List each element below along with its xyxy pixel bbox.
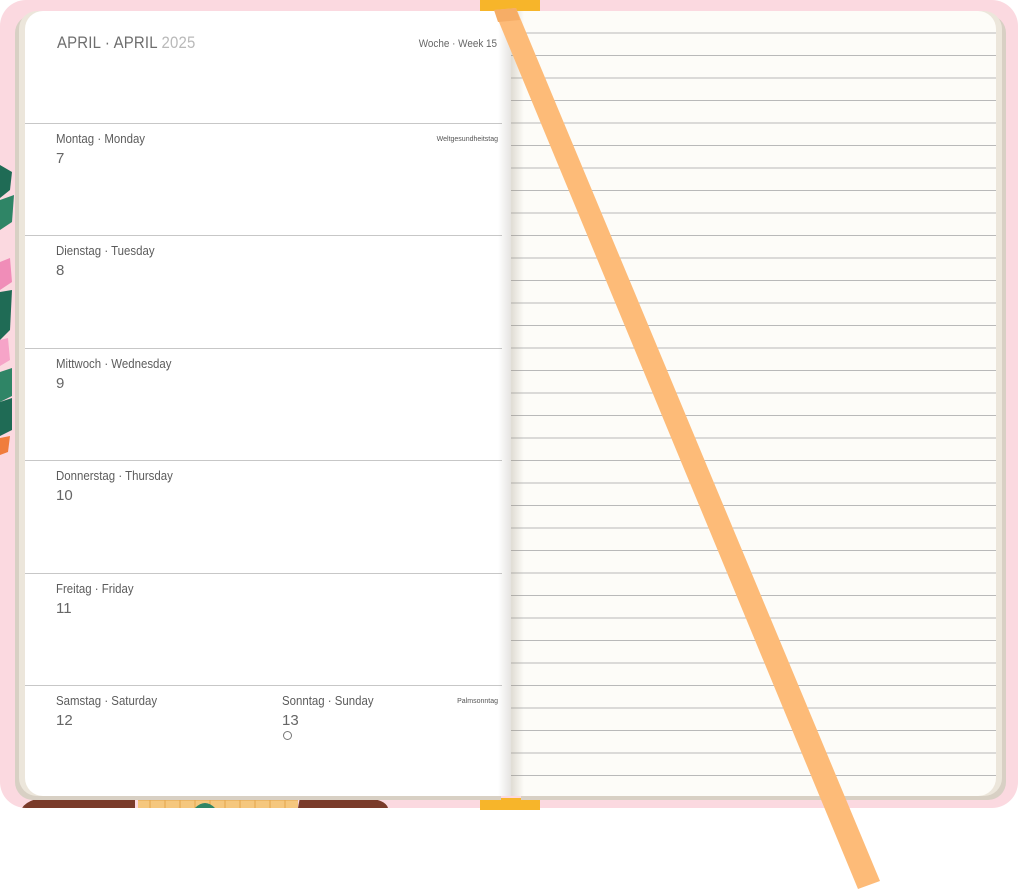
week-number: 15	[485, 38, 497, 50]
holiday-label: Weltgesundheitstag	[436, 136, 498, 143]
day-name: Donnerstag · Thursday	[56, 468, 173, 483]
day-block-weekend[interactable]: Samstag · Saturday 12 Sonntag · Sunday 1…	[25, 685, 502, 796]
year: 2025	[161, 33, 196, 52]
week-label: Woche · Week 15	[419, 38, 497, 50]
week-de: Woche	[418, 38, 450, 50]
notes-page[interactable]	[511, 11, 996, 796]
day-date: 10	[56, 487, 73, 504]
month-en: APRIL	[113, 33, 158, 52]
ruled-lines	[511, 32, 996, 776]
day-name-saturday: Samstag · Saturday	[56, 693, 158, 708]
day-name: Mittwoch · Wednesday	[56, 356, 172, 371]
day-name: Dienstag · Tuesday	[56, 243, 155, 258]
day-date-saturday: 12	[56, 712, 73, 729]
holiday-label-sunday: Palmsonntag	[457, 698, 498, 705]
day-block-monday[interactable]: Montag · Monday 7 Weltgesundheitstag	[25, 123, 502, 236]
day-date: 9	[56, 375, 65, 392]
ribbon-cap-bottom	[480, 798, 540, 810]
day-block-thursday[interactable]: Donnerstag · Thursday 10	[25, 460, 502, 573]
day-date: 7	[56, 150, 65, 167]
week-calendar-page: APRIL · APRIL 2025 Woche · Week 15 Monta…	[25, 11, 511, 796]
day-date-sunday: 13	[282, 712, 299, 729]
day-block-friday[interactable]: Freitag · Friday 11	[25, 573, 502, 686]
week-en: Week	[458, 38, 484, 50]
day-name-sunday: Sonntag · Sunday	[282, 693, 374, 708]
day-block-tuesday[interactable]: Dienstag · Tuesday 8	[25, 235, 502, 348]
day-block-wednesday[interactable]: Mittwoch · Wednesday 9	[25, 348, 502, 461]
month-de: APRIL	[57, 33, 101, 52]
day-date: 8	[56, 262, 65, 279]
month-year-heading: APRIL · APRIL 2025	[57, 33, 196, 53]
day-date: 11	[56, 600, 72, 617]
day-name: Montag · Monday	[56, 131, 146, 146]
week-separator: ·	[452, 38, 456, 50]
heading-separator: ·	[104, 33, 111, 52]
new-moon-icon	[283, 731, 292, 740]
day-name: Freitag · Friday	[56, 581, 134, 596]
